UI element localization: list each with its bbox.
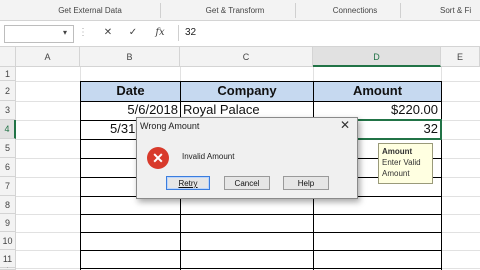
input-message-tooltip: Amount Enter Valid Amount <box>378 143 433 184</box>
name-box-dropdown-icon[interactable]: ▾ <box>60 25 70 41</box>
column-header-a[interactable]: A <box>16 47 80 67</box>
ribbon-separator <box>295 3 296 18</box>
ribbon-group-get-external-data[interactable]: Get External Data <box>40 0 140 20</box>
row-header-5[interactable]: 5 <box>0 139 16 158</box>
row-header-6[interactable]: 6 <box>0 158 16 177</box>
row-header-8[interactable]: 8 <box>0 196 16 214</box>
header-cell-date[interactable]: Date <box>81 81 180 101</box>
table-border <box>80 214 442 215</box>
row-header-3[interactable]: 3 <box>0 101 16 120</box>
retry-button[interactable]: Retry <box>166 176 210 190</box>
row-header-11[interactable]: 11 <box>0 250 16 268</box>
row-header-2[interactable]: 2 <box>0 81 16 101</box>
table-border <box>80 232 442 233</box>
tooltip-line: Enter Valid <box>382 158 421 167</box>
column-header-b[interactable]: B <box>80 47 180 67</box>
header-cell-company[interactable]: Company <box>181 81 313 101</box>
row-header-4[interactable]: 4 <box>0 120 16 139</box>
table-border <box>80 268 442 269</box>
row-header-9[interactable]: 9 <box>0 214 16 232</box>
row-header-7[interactable]: 7 <box>0 177 16 196</box>
close-icon[interactable]: ✕ <box>337 117 353 133</box>
tooltip-line: Amount <box>382 169 410 178</box>
formula-input[interactable]: 32 <box>178 25 480 41</box>
ribbon-group-connections[interactable]: Connections <box>310 0 400 20</box>
dialog-title: Wrong Amount <box>140 121 200 131</box>
ribbon-group-get-transform[interactable]: Get & Transform <box>180 0 290 20</box>
active-cell-border <box>356 119 442 140</box>
column-header-c[interactable]: C <box>180 47 313 67</box>
tooltip-title: Amount <box>382 147 413 156</box>
formula-bar-grip-icon: ⋮ <box>78 27 88 38</box>
error-x-icon: ✕ <box>147 147 169 169</box>
enter-entry-icon[interactable]: ✓ <box>126 25 140 41</box>
cancel-entry-icon[interactable]: ✕ <box>101 25 115 41</box>
header-cell-amount[interactable]: Amount <box>314 81 441 101</box>
row-header-1[interactable]: 1 <box>0 67 16 81</box>
ribbon-group-sort-filter[interactable]: Sort & Fi <box>440 0 480 20</box>
column-header-e[interactable]: E <box>441 47 480 67</box>
help-button[interactable]: Help <box>283 176 329 190</box>
column-header-d[interactable]: D <box>313 47 441 67</box>
cancel-button[interactable]: Cancel <box>224 176 270 190</box>
row-header-10[interactable]: 10 <box>0 232 16 250</box>
ribbon-separator <box>160 3 161 18</box>
table-border <box>80 250 442 251</box>
ribbon-separator <box>400 3 401 18</box>
select-all-corner[interactable] <box>0 47 16 67</box>
dialog-message: Invalid Amount <box>182 152 235 161</box>
insert-function-icon[interactable]: fx <box>152 25 168 41</box>
table-border <box>441 81 442 270</box>
